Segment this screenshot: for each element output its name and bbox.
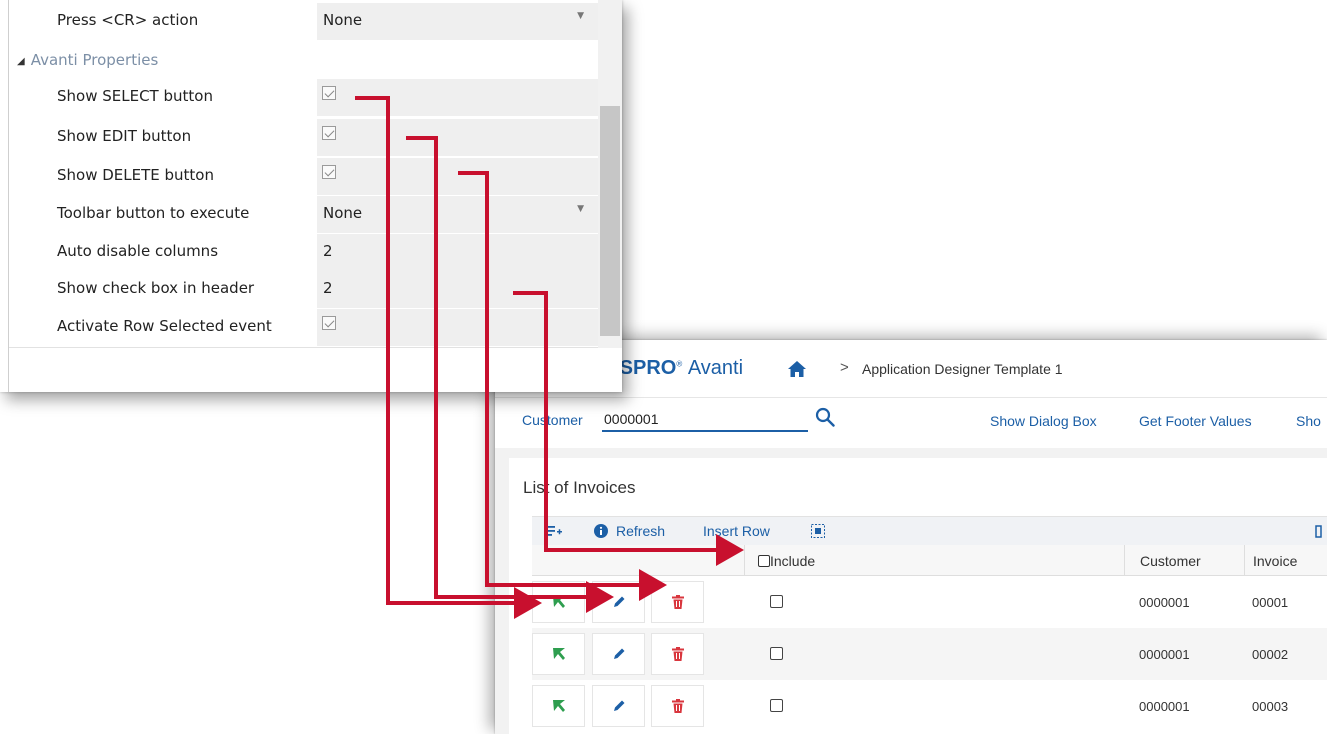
select-cursor-icon: [552, 648, 565, 660]
row-selected-value: [317, 309, 598, 346]
include-checkbox[interactable]: [770, 595, 783, 608]
table-row[interactable]: 0000001 00002: [532, 628, 1327, 680]
home-icon[interactable]: [788, 361, 806, 377]
invoices-card: List of Invoices Refresh Insert Row Incl…: [509, 458, 1327, 734]
add-row-icon[interactable]: [546, 525, 562, 538]
brand-suffix: Avanti: [687, 357, 744, 379]
delete-row-button[interactable]: [651, 581, 704, 623]
include-checkbox[interactable]: [770, 699, 783, 712]
pencil-icon: [613, 700, 624, 711]
customer-cell: 0000001: [1139, 647, 1190, 662]
grid-header: Include Customer Invoice: [532, 545, 1327, 576]
prop-row-header-checkbox[interactable]: Show check box in header 2: [0, 270, 598, 309]
insert-row-button[interactable]: Insert Row: [703, 523, 770, 539]
columns-icon[interactable]: [1315, 524, 1327, 538]
trash-icon: [671, 699, 684, 713]
breadcrumb[interactable]: Application Designer Template 1: [862, 361, 1063, 377]
list-title: List of Invoices: [523, 478, 636, 497]
customer-cell: 0000001: [1139, 699, 1190, 714]
content-area: List of Invoices Refresh Insert Row Incl…: [495, 448, 1327, 734]
prop-row-auto-disable[interactable]: Auto disable columns 2: [0, 233, 598, 272]
prop-label: Show SELECT button: [57, 87, 213, 105]
prop-label: Auto disable columns: [57, 242, 219, 260]
delete-row-button[interactable]: [651, 685, 704, 727]
prop-label: Show DELETE button: [57, 166, 214, 184]
prop-row-press-cr-action[interactable]: Press <CR> action None ▼: [0, 3, 598, 42]
grid-toolbar: Refresh Insert Row: [532, 516, 1327, 545]
show-dialog-box-link[interactable]: Show Dialog Box: [990, 413, 1097, 429]
invoice-column-label: Invoice: [1253, 553, 1298, 569]
prop-row-show-delete: Show DELETE button: [0, 157, 598, 196]
select-cursor-icon: [552, 596, 565, 608]
invoice-column-header[interactable]: Invoice: [1244, 545, 1327, 575]
prop-row-row-selected-event: Activate Row Selected event: [0, 308, 598, 347]
include-label: Include: [770, 553, 816, 569]
chevron-down-icon[interactable]: ▼: [577, 204, 584, 214]
show-select-value: [317, 79, 598, 116]
toolbar-button-dropdown[interactable]: None ▼: [317, 196, 598, 233]
show-delete-checkbox[interactable]: [322, 165, 336, 179]
row-selected-checkbox[interactable]: [322, 316, 336, 330]
header-include-checkbox[interactable]: [758, 555, 770, 567]
avanti-window: SYSPRO® Avanti > Application Designer Te…: [495, 340, 1327, 734]
select-row-button[interactable]: [532, 633, 585, 675]
chevron-down-icon[interactable]: ▼: [577, 11, 584, 21]
edit-row-button[interactable]: [592, 685, 645, 727]
invoice-cell: 00002: [1252, 647, 1289, 662]
truncated-toolbar-link[interactable]: Sho: [1296, 413, 1321, 429]
select-row-button[interactable]: [532, 581, 585, 623]
breadcrumb-separator: >: [840, 359, 849, 376]
customer-column-header[interactable]: Customer: [1124, 545, 1244, 575]
edit-row-button[interactable]: [592, 581, 645, 623]
invoice-cell: 00003: [1252, 699, 1289, 714]
scrollbar-thumb[interactable]: [600, 106, 620, 336]
include-checkbox[interactable]: [770, 647, 783, 660]
show-edit-checkbox[interactable]: [322, 126, 336, 140]
trash-icon: [671, 647, 684, 661]
properties-panel: Press <CR> action None ▼ ◢ Avanti Propert…: [0, 0, 622, 392]
dropdown-value: None: [323, 11, 363, 29]
divider: [9, 347, 599, 348]
customer-column-label: Customer: [1140, 553, 1201, 569]
customer-cell: 0000001: [1139, 595, 1190, 610]
pencil-icon: [613, 648, 624, 659]
refresh-button[interactable]: Refresh: [616, 523, 665, 539]
pencil-icon: [613, 596, 624, 607]
select-row-button[interactable]: [532, 685, 585, 727]
select-all-icon[interactable]: [811, 524, 825, 538]
info-icon[interactable]: [594, 524, 608, 538]
prop-row-show-select: Show SELECT button: [0, 78, 598, 117]
customer-input[interactable]: [602, 408, 808, 432]
prop-label: Toolbar button to execute: [57, 204, 250, 222]
collapse-triangle-icon[interactable]: ◢: [17, 56, 25, 67]
get-footer-values-link[interactable]: Get Footer Values: [1139, 413, 1252, 429]
dropdown-value: None: [323, 204, 363, 222]
customer-label: Customer: [522, 412, 583, 428]
show-edit-value: [317, 119, 598, 156]
trash-icon: [671, 595, 684, 609]
table-row[interactable]: 0000001 00001: [532, 576, 1327, 628]
form-toolbar: Customer Show Dialog Box Get Footer Valu…: [495, 398, 1327, 448]
show-select-checkbox[interactable]: [322, 86, 336, 100]
header-checkbox-field[interactable]: 2: [317, 271, 598, 308]
prop-label: Show EDIT button: [57, 127, 192, 145]
invoice-cell: 00001: [1252, 595, 1289, 610]
include-column-header[interactable]: Include: [744, 545, 1124, 575]
show-delete-value: [317, 158, 598, 195]
auto-disable-field[interactable]: 2: [317, 234, 598, 271]
prop-label: Press <CR> action: [57, 11, 199, 29]
prop-row-show-edit: Show EDIT button: [0, 118, 598, 157]
group-header-label: Avanti Properties: [30, 51, 159, 69]
prop-label: Activate Row Selected event: [57, 317, 272, 335]
edit-row-button[interactable]: [592, 633, 645, 675]
table-row[interactable]: 0000001 00003: [532, 680, 1327, 732]
press-cr-action-dropdown[interactable]: None ▼: [317, 3, 598, 40]
avanti-properties-group[interactable]: ◢ Avanti Properties: [17, 51, 158, 69]
delete-row-button[interactable]: [651, 633, 704, 675]
prop-row-toolbar-button[interactable]: Toolbar button to execute None ▼: [0, 195, 598, 234]
search-icon[interactable]: [815, 407, 835, 427]
prop-label: Show check box in header: [57, 279, 255, 297]
select-cursor-icon: [552, 700, 565, 712]
